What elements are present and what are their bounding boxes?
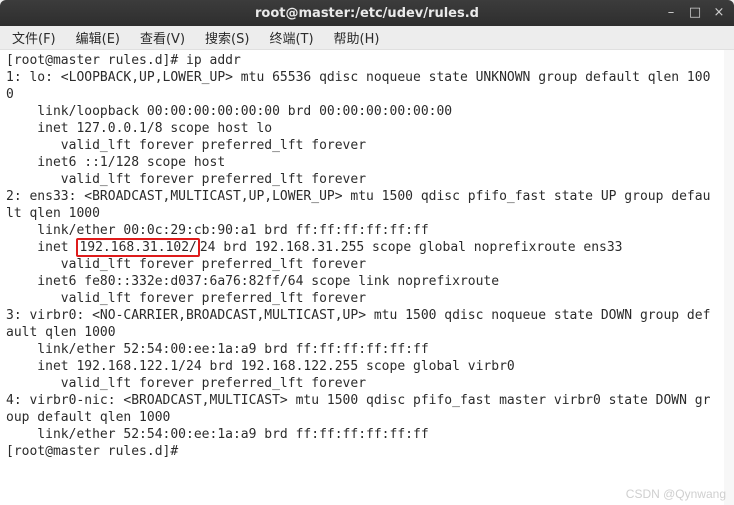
menu-edit[interactable]: 编辑(E) [70,26,126,49]
output-line: valid_lft forever preferred_lft forever [6,257,366,272]
menu-file[interactable]: 文件(F) [6,26,62,49]
window-titlebar: root@master:/etc/udev/rules.d – □ × [0,0,734,26]
highlight-ip: 192.168.31.102/ [76,238,199,257]
shell-prompt: [root@master rules.d]# [6,444,186,459]
output-line: 3: virbr0: <NO-CARRIER,BROADCAST,MULTICA… [6,308,710,340]
menu-help[interactable]: 帮助(H) [328,26,386,49]
close-button[interactable]: × [710,3,728,21]
output-line: inet6 ::1/128 scope host [6,155,225,170]
output-line: link/ether 52:54:00:ee:1a:a9 brd ff:ff:f… [6,427,429,442]
output-line: inet 127.0.0.1/8 scope host lo [6,121,272,136]
output-line: 24 brd 192.168.31.255 scope global nopre… [200,240,623,255]
menu-terminal[interactable]: 终端(T) [263,26,319,49]
output-line: link/ether 52:54:00:ee:1a:a9 brd ff:ff:f… [6,342,429,357]
output-line: valid_lft forever preferred_lft forever [6,172,366,187]
maximize-button[interactable]: □ [686,3,704,21]
menubar: 文件(F) 编辑(E) 查看(V) 搜索(S) 终端(T) 帮助(H) [0,26,734,50]
output-line: valid_lft forever preferred_lft forever [6,138,366,153]
menu-view[interactable]: 查看(V) [134,26,191,49]
output-line: link/ether 00:0c:29: [6,223,194,238]
watermark: CSDN @Qynwang [626,487,726,501]
minimize-button[interactable]: – [662,3,680,21]
scrollbar-vertical[interactable] [724,50,734,505]
output-line: 2: ens33: <BROADCAST,MULTICAST,UP,LOWER_… [6,189,710,221]
output-line: 4: virbr0-nic: <BROADCAST,MULTICAST> mtu… [6,393,710,425]
terminal-pane[interactable]: [root@master rules.d]# ip addr 1: lo: <L… [0,50,734,505]
output-line: valid_lft forever preferred_lft forever [6,376,366,391]
output-line: inet 192.168.122.1/24 brd 192.168.122.25… [6,359,515,374]
output-line: inet [6,240,76,255]
output-line: 1: lo: <LOOPBACK,UP,LOWER_UP> mtu 65536 … [6,70,710,102]
output-line: cb:90:a1 brd ff:ff:ff:ff:ff:ff [194,223,429,238]
output-line: link/loopback 00:00:00:00:00:00 brd 00:0… [6,104,452,119]
window-controls: – □ × [662,3,728,21]
shell-prompt: [root@master rules.d]# [6,53,186,68]
output-line: valid_lft forever preferred_lft forever [6,291,366,306]
shell-command: ip addr [186,53,241,68]
output-line: inet6 fe80::332e:d037:6a76:82ff/64 scope… [6,274,499,289]
window-title: root@master:/etc/udev/rules.d [255,6,479,21]
menu-search[interactable]: 搜索(S) [199,26,255,49]
